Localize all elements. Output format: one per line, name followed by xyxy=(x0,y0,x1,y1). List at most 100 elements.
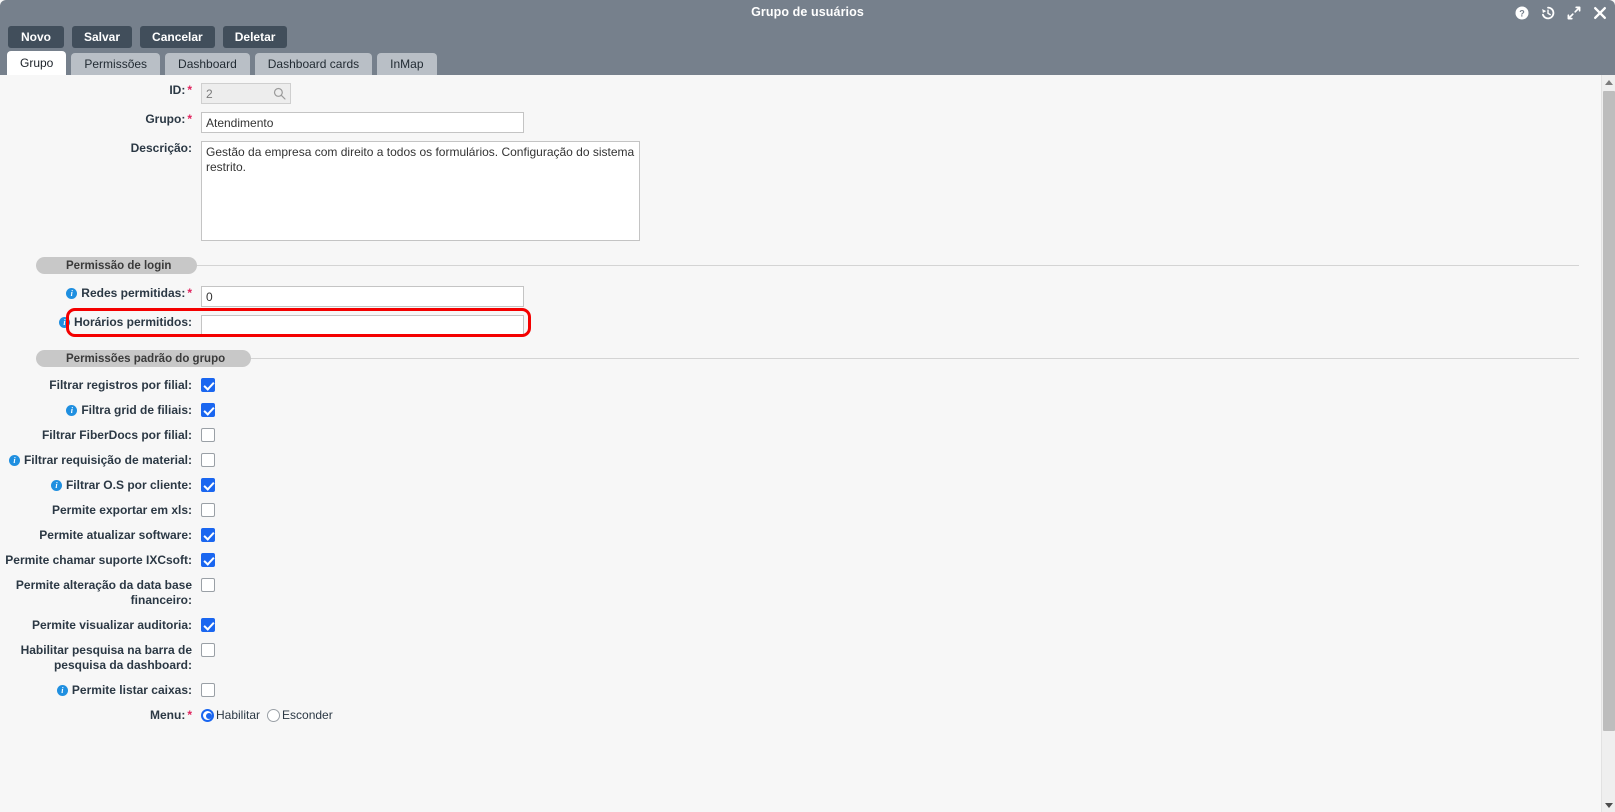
required-marker: * xyxy=(187,286,192,300)
checkbox-filtrar-requisi-o-de-material[interactable] xyxy=(201,453,215,467)
id-label: ID: * xyxy=(169,83,192,97)
checkbox-permite-chamar-suporte-ixcsoft[interactable] xyxy=(201,553,215,567)
horarios-permitidos-label: i Horários permitidos: xyxy=(0,315,201,330)
checkbox-permite-visualizar-auditoria[interactable] xyxy=(201,618,215,632)
permission-checkbox-group: Filtrar registros por filial: i Filtra gri… xyxy=(0,378,1601,698)
tab-inmap[interactable]: InMap xyxy=(377,53,437,75)
redes-permitidas-input[interactable] xyxy=(201,286,524,307)
radio-label: Esconder xyxy=(282,708,333,722)
label-text: Permite alteração da data base financeir… xyxy=(15,578,192,607)
label-text: Habilitar pesquisa na barra de pesquisa … xyxy=(20,643,192,672)
checkbox-permite-listar-caixas[interactable] xyxy=(201,683,215,697)
info-icon[interactable]: i xyxy=(8,455,20,466)
section-permissions-title: Permissões padrão do grupo xyxy=(36,350,252,367)
label-text: Permite exportar em xls: xyxy=(51,503,192,517)
grupo-label: Grupo: * xyxy=(145,112,192,126)
label-text: Filtra grid de filiais: xyxy=(81,403,192,417)
tab-grupo[interactable]: Grupo xyxy=(7,51,67,75)
checkbox-label: Filtrar registros por filial: xyxy=(0,378,201,393)
section-group-permissions: Permissões padrão do grupo xyxy=(36,350,1579,367)
checkbox-label: Permite alteração da data base financeir… xyxy=(0,578,201,608)
tab-dashboard-cards[interactable]: Dashboard cards xyxy=(254,53,373,75)
checkbox-filtra-grid-de-filiais[interactable] xyxy=(201,403,215,417)
checkbox-label: Permite chamar suporte IXCsoft: xyxy=(0,553,201,568)
scroll-up-arrow[interactable] xyxy=(1602,75,1615,89)
checkbox-row: Permite chamar suporte IXCsoft: xyxy=(0,553,1601,568)
info-icon[interactable]: i xyxy=(66,288,78,299)
info-icon[interactable]: i xyxy=(56,685,68,696)
scrollbar-thumb[interactable] xyxy=(1603,91,1615,731)
action-toolbar: Novo Salvar Cancelar Deletar xyxy=(0,26,1615,51)
checkbox-label: Permite atualizar software: xyxy=(0,528,201,543)
radio-indicator[interactable] xyxy=(201,708,214,722)
radio-habilitar[interactable]: Habilitar xyxy=(201,708,260,722)
checkbox-filtrar-o-s-por-cliente[interactable] xyxy=(201,478,215,492)
user-group-window: Grupo de usuários ? Novo Salvar Cancelar… xyxy=(0,0,1615,812)
checkbox-row: i Filtrar requisição de material: xyxy=(0,453,1601,468)
horarios-permitidos-input[interactable] xyxy=(201,315,524,336)
radio-label: Habilitar xyxy=(216,708,261,722)
save-button[interactable]: Salvar xyxy=(72,26,133,48)
checkbox-filtrar-fiberdocs-por-filial[interactable] xyxy=(201,428,215,442)
checkbox-row: Filtrar registros por filial: xyxy=(0,378,1601,393)
checkbox-permite-exportar-em-xls[interactable] xyxy=(201,503,215,517)
radio-esconder[interactable]: Esconder xyxy=(267,708,333,722)
checkbox-row: Filtrar FiberDocs por filial: xyxy=(0,428,1601,443)
checkbox-filtrar-registros-por-filial[interactable] xyxy=(201,378,215,392)
checkbox-habilitar-pesquisa-na-barra-de-pesquisa-da-dashboard[interactable] xyxy=(201,643,215,657)
label-text: Permite atualizar software: xyxy=(39,528,192,542)
label-text: Horários permitidos: xyxy=(73,315,192,329)
search-icon[interactable] xyxy=(273,87,286,100)
info-icon[interactable]: i xyxy=(58,317,70,328)
menu-label: Menu: * xyxy=(150,708,192,722)
id-input-wrapper xyxy=(201,83,291,104)
redes-permitidas-label: i Redes permitidas: * xyxy=(0,286,201,301)
vertical-scrollbar[interactable] xyxy=(1601,75,1615,812)
history-icon[interactable] xyxy=(1540,6,1555,21)
delete-button[interactable]: Deletar xyxy=(222,26,288,48)
section-login-title: Permissão de login xyxy=(36,257,198,274)
label-text: Permite visualizar auditoria: xyxy=(31,618,192,632)
tab-dashboard[interactable]: Dashboard xyxy=(165,53,250,75)
label-text: Redes permitidas: xyxy=(81,286,186,300)
cancel-button[interactable]: Cancelar xyxy=(140,26,215,48)
new-button[interactable]: Novo xyxy=(8,26,64,48)
info-icon[interactable]: i xyxy=(50,480,62,491)
checkbox-row: Habilitar pesquisa na barra de pesquisa … xyxy=(0,643,1601,673)
label-text: Permite chamar suporte IXCsoft: xyxy=(5,553,192,567)
checkbox-permite-atualizar-software[interactable] xyxy=(201,528,215,542)
expand-icon[interactable] xyxy=(1566,6,1581,21)
label-text: Filtrar requisição de material: xyxy=(23,453,192,467)
field-row-horarios-permitidos: i Horários permitidos: xyxy=(0,315,1601,336)
form-content: ID:* Grupo:* Descrição: Gestão xyxy=(0,75,1601,812)
label-text: Permite listar caixas: xyxy=(71,683,192,697)
window-title: Grupo de usuários xyxy=(751,5,864,19)
scroll-down-arrow[interactable] xyxy=(1602,798,1615,812)
checkbox-label: i Filtrar O.S por cliente: xyxy=(0,478,201,493)
info-icon[interactable]: i xyxy=(66,405,78,416)
checkbox-label: Permite exportar em xls: xyxy=(0,503,201,518)
field-row-redes-permitidas: i Redes permitidas: * xyxy=(0,286,1601,307)
descricao-textarea[interactable]: Gestão da empresa com direito a todos os… xyxy=(201,141,640,241)
section-divider xyxy=(36,265,1579,266)
field-row-id: ID: * xyxy=(0,83,1601,104)
section-divider xyxy=(36,358,1579,359)
descricao-label: Descrição: xyxy=(130,141,192,155)
radio-indicator[interactable] xyxy=(267,708,281,722)
tab-bar: Grupo Permissões Dashboard Dashboard cards I… xyxy=(0,51,1615,75)
label-text: Filtrar registros por filial: xyxy=(49,378,192,392)
label-text: Filtrar FiberDocs por filial: xyxy=(41,428,192,442)
field-row-descricao: Descrição: Gestão da empresa com direito… xyxy=(0,141,1601,241)
grupo-input[interactable] xyxy=(201,112,524,133)
checkbox-label: Permite visualizar auditoria: xyxy=(0,618,201,633)
checkbox-row: Permite visualizar auditoria: xyxy=(0,618,1601,633)
window-controls: ? xyxy=(1514,0,1607,26)
close-icon[interactable] xyxy=(1592,6,1607,21)
checkbox-permite-altera-o-da-data-base-financeiro[interactable] xyxy=(201,578,215,592)
checkbox-row: Permite alteração da data base financeir… xyxy=(0,578,1601,608)
help-icon[interactable]: ? xyxy=(1514,6,1529,21)
checkbox-label: i Filtrar requisição de material: xyxy=(0,453,201,468)
checkbox-label: i Filtra grid de filiais: xyxy=(0,403,201,418)
tab-permissões[interactable]: Permissões xyxy=(71,53,161,75)
window-titlebar: Grupo de usuários ? xyxy=(0,0,1615,26)
